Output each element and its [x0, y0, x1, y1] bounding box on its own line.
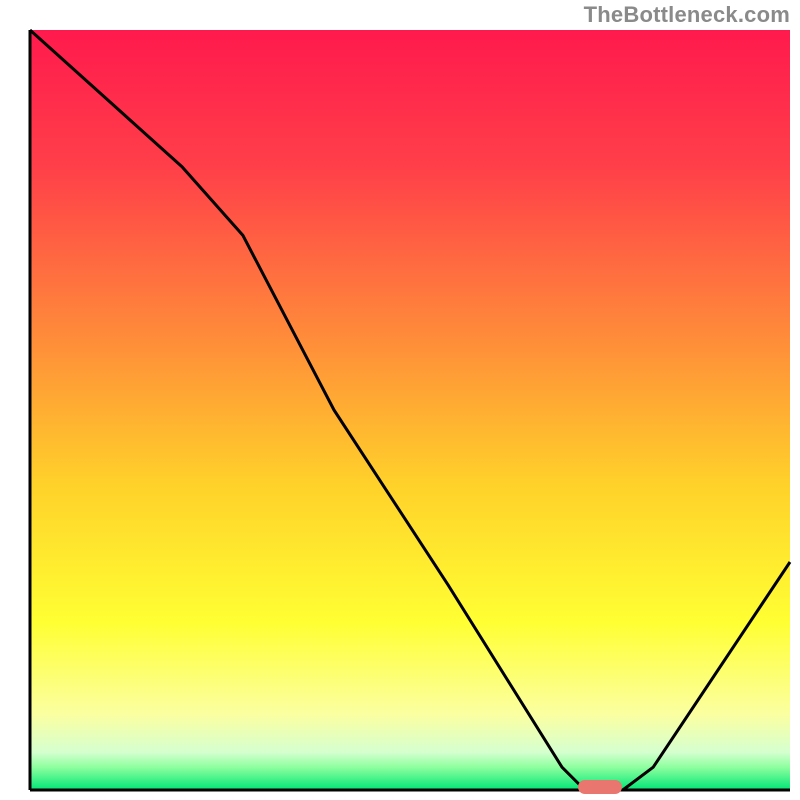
gradient-background: [30, 30, 790, 790]
chart-svg: [0, 0, 800, 800]
optimum-marker: [578, 780, 622, 794]
chart-container: { "watermark": "TheBottleneck.com", "cha…: [0, 0, 800, 800]
watermark-text: TheBottleneck.com: [584, 2, 790, 28]
